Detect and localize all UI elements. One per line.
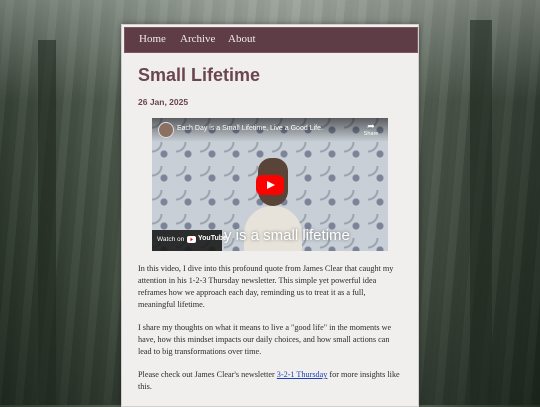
tree-trunk-right bbox=[470, 20, 492, 405]
content-card: Home Archive About Small Lifetime 26 Jan… bbox=[121, 24, 419, 407]
share-icon: ➦ bbox=[367, 121, 375, 131]
share-label: Share bbox=[363, 131, 379, 137]
post-title: Small Lifetime bbox=[138, 65, 261, 85]
share-button[interactable]: ➦ Share bbox=[360, 122, 382, 140]
top-nav: Home Archive About bbox=[124, 27, 418, 53]
video-caption-text: y is a small lifetime bbox=[224, 227, 350, 244]
play-button[interactable] bbox=[256, 175, 284, 195]
play-icon bbox=[267, 181, 275, 189]
newsletter-link[interactable]: 3-2-1 Thursday bbox=[277, 370, 328, 379]
watch-on-youtube-button[interactable]: Watch on YouTube bbox=[152, 230, 227, 251]
video-title[interactable]: Each Day is a Small Lifetime, Live a Goo… bbox=[177, 125, 323, 132]
nav-about[interactable]: About bbox=[228, 33, 256, 45]
channel-avatar-icon[interactable] bbox=[158, 122, 174, 138]
video-embed[interactable]: Each Day is a Small Lifetime, Live a Goo… bbox=[152, 118, 388, 251]
post-date: 26 Jan, 2025 bbox=[138, 97, 189, 107]
youtube-logo-icon bbox=[187, 236, 196, 243]
youtube-wordmark: YouTube bbox=[198, 235, 227, 242]
paragraph-3-prefix: Please check out James Clear's newslette… bbox=[138, 370, 277, 379]
nav-archive[interactable]: Archive bbox=[180, 33, 215, 45]
body-paragraph-3: Please check out James Clear's newslette… bbox=[138, 369, 404, 393]
watch-on-label: Watch on bbox=[157, 236, 185, 243]
nav-home[interactable]: Home bbox=[139, 33, 166, 45]
body-paragraph-1: In this video, I dive into this profound… bbox=[138, 264, 394, 309]
tree-trunk-left bbox=[38, 40, 56, 405]
body-paragraph-2: I share my thoughts on what it means to … bbox=[138, 323, 392, 356]
